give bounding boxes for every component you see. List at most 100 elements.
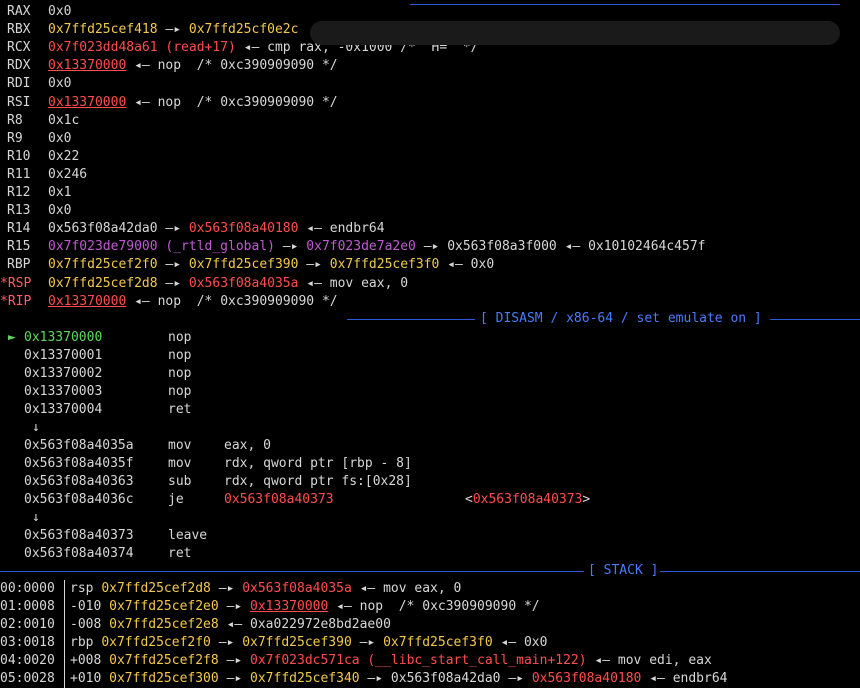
value-segment: 0x13370000	[48, 58, 127, 74]
value-segment: 0x7ffd25cef418	[48, 22, 158, 38]
instruction-address: 0x13370001	[24, 348, 103, 363]
register-row: RSI 0x13370000 ◂— nop /* 0xc390909090 */	[0, 94, 860, 112]
instruction-mnemonic: je	[168, 492, 184, 507]
pointer-arrow: —▸	[351, 635, 384, 650]
stack-row: 02:0010 -008 0x7ffd25cef2e8 ◂— 0xa022972e…	[0, 616, 860, 634]
instruction-operands: eax, 0	[224, 438, 271, 453]
value-segment: 0x7ffd25cef2d8	[48, 275, 158, 291]
disasm-separator: [ DISASM / x86-64 / set emulate on ]	[0, 310, 860, 328]
pointer-arrow: —▸	[218, 599, 251, 614]
instruction-address: 0x13370002	[24, 366, 103, 381]
disasm-row: 0x13370002 nop	[0, 365, 860, 383]
redaction-overlay	[310, 21, 840, 45]
register-row: RDI 0x0	[0, 75, 860, 93]
pointer-arrow: ◂—	[641, 671, 673, 686]
value-segment: endbr64	[672, 671, 728, 686]
value-segment: 0x563f08a3f000	[447, 239, 557, 255]
value-segment: 0x22	[48, 148, 80, 164]
instruction-address: 0x13370000	[24, 330, 103, 345]
value-segment: rbp	[70, 635, 102, 650]
register-name: *RSP	[0, 275, 32, 291]
stack-entry: rsp 0x7ffd25cef2d8 —▸ 0x563f08a4035a ◂— …	[70, 580, 461, 598]
register-value: 0x7ffd25cef418 —▸ 0x7ffd25cf0e2c	[48, 21, 298, 39]
value-segment: mov eax, 0	[383, 581, 462, 596]
pointer-arrow: ◂—	[298, 275, 330, 291]
stack-entry: +008 0x7ffd25cef2f8 —▸ 0x7f023dc571ca (_…	[70, 652, 712, 670]
register-row: R11 0x246	[0, 166, 860, 184]
value-segment: 0x563f08a40180	[531, 671, 642, 686]
register-name: RSI	[7, 94, 31, 110]
instruction-mnemonic: ret	[168, 402, 192, 417]
stack-offset: 02:0010	[0, 617, 55, 632]
disasm-row: 0x563f08a40374 ret	[0, 545, 860, 563]
pointer-arrow: ◂—	[351, 581, 384, 596]
value-segment: 0x1c	[48, 112, 80, 128]
stack-row: 04:0020 +008 0x7ffd25cef2f8 —▸ 0x7f023dc5…	[0, 652, 860, 670]
value-segment: nop /* 0xc390909090 */	[157, 94, 338, 110]
instruction-mnemonic: sub	[168, 474, 192, 489]
register-row: R10 0x22	[0, 148, 860, 166]
value-segment: rsp	[70, 581, 102, 596]
register-name: R10	[7, 148, 31, 164]
stack-row: 00:0000 rsp 0x7ffd25cef2d8 —▸ 0x563f08a40…	[0, 580, 860, 598]
stack-row: 03:0018 rbp 0x7ffd25cef2f0 —▸ 0x7ffd25cef…	[0, 634, 860, 652]
disasm-row: 0x13370003 nop	[0, 383, 860, 401]
value-segment: 0x7ffd25cef340	[250, 671, 360, 686]
instruction-address: 0x13370003	[24, 384, 103, 399]
register-value: 0x0	[48, 202, 71, 220]
pointer-arrow: —▸	[157, 275, 189, 291]
stack-divider	[64, 580, 65, 598]
disasm-row: 0x563f08a4035a mov eax, 0	[0, 437, 860, 455]
value-segment: nop /* 0xc390909090 */	[359, 599, 540, 614]
pointer-arrow: —▸	[157, 221, 189, 237]
down-arrow-icon: ↓	[32, 510, 40, 525]
register-row: R9 0x0	[0, 130, 860, 148]
register-value: 0x563f08a42da0 —▸ 0x563f08a40180 ◂— endb…	[48, 220, 385, 238]
disasm-row: 0x563f08a4035f mov rdx, qword ptr [rbp - 8…	[0, 455, 860, 473]
pointer-arrow: ◂—	[126, 94, 158, 110]
pointer-arrow: ◂—	[298, 221, 330, 237]
register-value: 0x1c	[48, 112, 79, 130]
disasm-title: [ DISASM / x86-64 / set emulate on ]	[480, 311, 762, 326]
register-name: RAX	[7, 4, 31, 19]
value-segment: 0x7ffd25cef3f0	[383, 635, 493, 650]
stack-divider	[64, 598, 65, 616]
stack-offset: 01:0008	[0, 599, 55, 614]
value-segment: 0x7ffd25cef390	[242, 635, 352, 650]
register-name: RBX	[7, 22, 31, 38]
register-row: R8 0x1c	[0, 112, 860, 130]
value-segment: 0x7f023de79000 (_rtld_global)	[48, 239, 275, 255]
pointer-arrow: —▸	[157, 22, 189, 38]
pointer-arrow: —▸	[359, 671, 391, 686]
register-value: 0x7ffd25cef2f0 —▸ 0x7ffd25cef390 —▸ 0x7f…	[48, 256, 494, 274]
instruction-mnemonic: ret	[168, 546, 192, 561]
register-name: R14	[7, 221, 31, 237]
value-segment: 0x7ffd25cef2e0	[109, 599, 219, 614]
stack-offset: 00:0000	[0, 581, 55, 596]
register-name: R15	[7, 239, 31, 255]
register-row: RDX 0x13370000 ◂— nop /* 0xc390909090 */	[0, 57, 860, 75]
register-value: 0x0	[48, 75, 71, 93]
instruction-address: 0x563f08a40374	[24, 546, 134, 561]
register-name: RDI	[7, 76, 31, 92]
register-value: 0x0	[48, 3, 71, 21]
register-value: 0x13370000 ◂— nop /* 0xc390909090 */	[48, 94, 338, 112]
instruction-mnemonic: nop	[168, 330, 192, 345]
register-row: R12 0x1	[0, 184, 860, 202]
stack-divider	[64, 634, 65, 652]
value-segment: 0x13370000	[48, 293, 127, 309]
instruction-address: 0x563f08a4035f	[24, 456, 134, 471]
pointer-arrow: —▸	[210, 635, 243, 650]
value-segment: 0x7ffd25cef2f0	[48, 257, 158, 273]
register-row: R14 0x563f08a42da0 —▸ 0x563f08a40180 ◂— e…	[0, 220, 860, 238]
instruction-mnemonic: nop	[168, 384, 192, 399]
value-segment: 0x1	[48, 185, 72, 200]
value-segment: 0x7ffd25cef2e8	[109, 617, 219, 632]
value-segment: nop /* 0xc390909090 */	[157, 293, 338, 309]
register-row: R13 0x0	[0, 202, 860, 220]
value-segment: 0x0	[470, 257, 495, 273]
disasm-row: 0x563f08a40373 leave	[0, 527, 860, 545]
value-segment: 0x7ffd25cef2d8	[101, 581, 211, 596]
register-name: *RIP	[0, 293, 32, 309]
register-value: 0x1	[48, 184, 71, 202]
